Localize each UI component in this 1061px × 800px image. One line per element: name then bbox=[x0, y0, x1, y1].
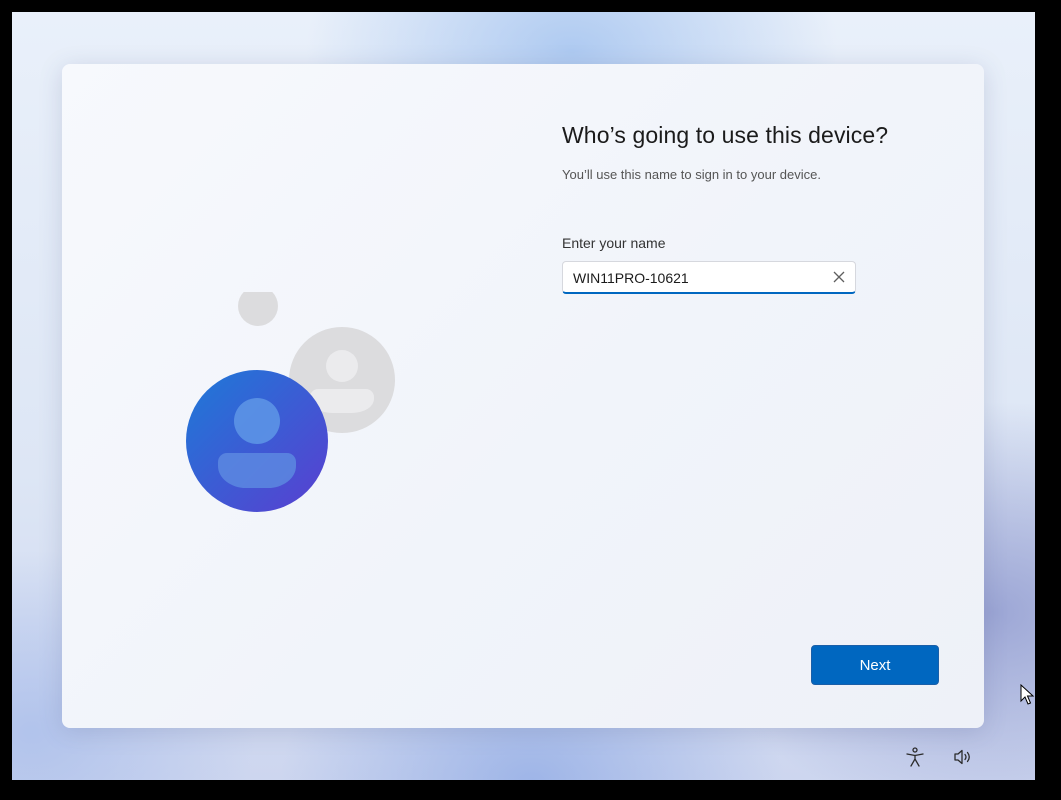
clear-text-button[interactable] bbox=[827, 266, 851, 288]
volume-icon[interactable] bbox=[952, 746, 974, 768]
setup-card: Who’s going to use this device? You’ll u… bbox=[62, 64, 984, 728]
oobe-background: Who’s going to use this device? You’ll u… bbox=[12, 12, 1035, 780]
name-field-label: Enter your name bbox=[562, 235, 666, 251]
mouse-pointer-icon bbox=[1020, 684, 1035, 705]
users-illustration-icon bbox=[186, 292, 395, 512]
close-icon bbox=[833, 271, 845, 283]
name-field bbox=[562, 261, 856, 294]
accessibility-icon[interactable] bbox=[904, 746, 926, 768]
page-subtitle: You’ll use this name to sign in to your … bbox=[562, 167, 821, 182]
page-title: Who’s going to use this device? bbox=[562, 122, 889, 148]
next-button[interactable]: Next bbox=[811, 645, 939, 685]
name-input[interactable] bbox=[563, 262, 827, 293]
